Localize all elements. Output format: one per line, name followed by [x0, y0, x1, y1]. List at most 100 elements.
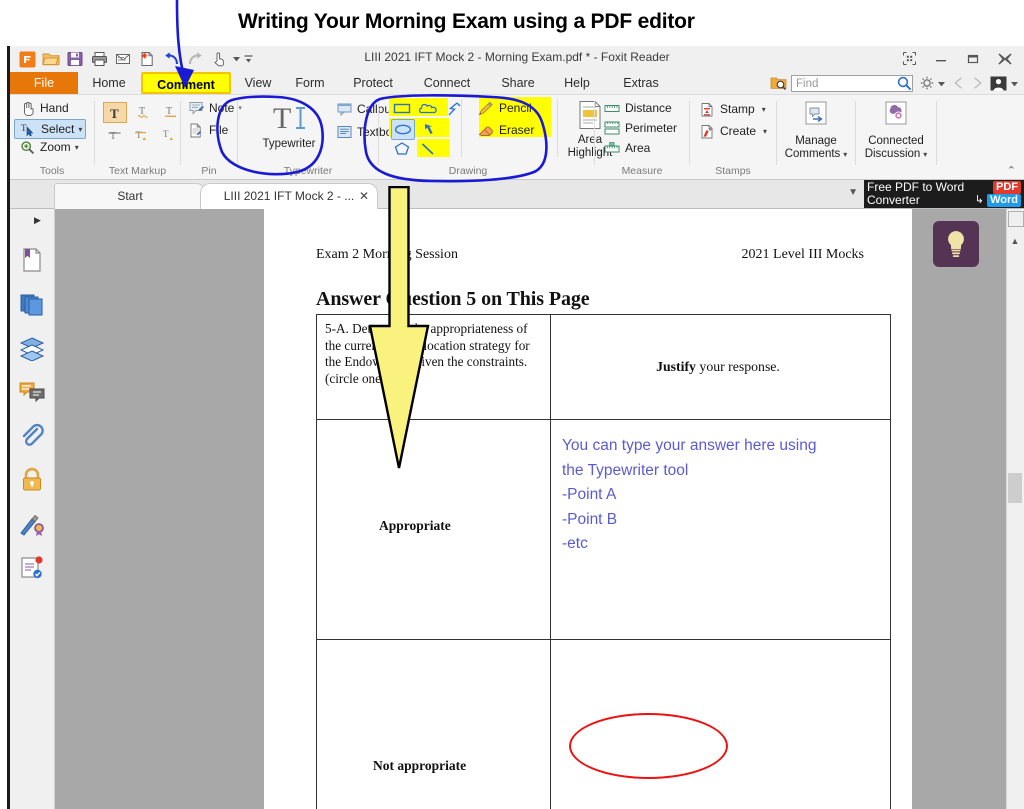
- option-not-appropriate[interactable]: Not appropriate: [373, 758, 466, 774]
- ribbon-group-measure: Distance Perimeter Area Measure: [595, 95, 689, 179]
- attachments-icon[interactable]: [19, 423, 47, 451]
- typewriter-annotation-text[interactable]: You can type your answer here using the T…: [562, 434, 882, 557]
- gear-dropdown-icon[interactable]: [938, 74, 947, 92]
- file-attach-label: File: [209, 123, 229, 137]
- group-label-pin: Pin: [201, 165, 217, 177]
- tab-protect[interactable]: Protect: [342, 72, 404, 94]
- top-banner: Writing Your Morning Exam using a PDF ed…: [0, 0, 1024, 46]
- typewriter-line: -Point A: [562, 486, 617, 503]
- select-dropdown-icon[interactable]: ▾: [78, 125, 82, 134]
- ribbon-group-tools: Hand T Select ▾ Zoom ▾ Tools: [10, 95, 94, 179]
- option-appropriate[interactable]: Appropriate: [379, 518, 451, 534]
- stamp-dropdown-icon[interactable]: ▾: [762, 105, 766, 114]
- search-input[interactable]: Find: [791, 74, 913, 92]
- group-label-typewriter: Typewriter: [283, 165, 333, 177]
- manage-comments-button[interactable]: Manage Comments ▾: [781, 99, 851, 161]
- page-thumbnails-icon[interactable]: [19, 291, 47, 319]
- tab-home[interactable]: Home: [80, 72, 138, 94]
- insert-text-tool[interactable]: T: [157, 125, 179, 144]
- expand-nav-pane-icon[interactable]: ▶: [34, 215, 41, 226]
- pdf-page[interactable]: Exam 2 Morning Session 2021 Level III Mo…: [264, 209, 912, 809]
- lightbulb-icon[interactable]: [933, 221, 979, 267]
- table-row-divider: [317, 419, 890, 420]
- tab-connect[interactable]: Connect: [414, 72, 480, 94]
- group-label-measure: Measure: [621, 165, 663, 177]
- pencil-tool[interactable]: Pencil: [477, 100, 532, 116]
- vertical-scrollbar[interactable]: ▲: [1006, 209, 1024, 809]
- tab-help[interactable]: Help: [553, 72, 601, 94]
- strikeout-tool[interactable]: T: [103, 125, 125, 144]
- rectangle-tool[interactable]: [391, 99, 413, 118]
- polygon-tool[interactable]: [391, 139, 413, 158]
- digital-signature-icon[interactable]: [19, 511, 47, 539]
- layers-icon[interactable]: [19, 335, 47, 363]
- select-tool[interactable]: T Select ▾: [14, 119, 86, 139]
- distance-tool[interactable]: Distance: [603, 100, 672, 116]
- zoom-tool[interactable]: Zoom ▾: [18, 139, 79, 155]
- cloud-tool[interactable]: [417, 99, 439, 118]
- maximize-icon[interactable]: [958, 48, 988, 69]
- stamp-tool[interactable]: Stamp ▾: [698, 101, 766, 117]
- justify-prompt: Justify your response.: [553, 359, 883, 375]
- group-separator: [557, 99, 558, 157]
- distance-label: Distance: [625, 101, 672, 115]
- file-attach-tool[interactable]: File: [187, 122, 228, 138]
- connected-discussion-button[interactable]: Connected Discussion ▾: [860, 99, 932, 161]
- squiggly-tool[interactable]: T: [132, 102, 154, 121]
- ellipse-tool[interactable]: [391, 119, 415, 140]
- restore-layout-icon[interactable]: [894, 48, 924, 69]
- close-icon[interactable]: [990, 48, 1020, 69]
- arrow-tool[interactable]: [419, 119, 441, 138]
- search-icon[interactable]: [896, 75, 912, 91]
- tab-extras[interactable]: Extras: [610, 72, 672, 94]
- underline-tool[interactable]: T: [159, 102, 181, 121]
- connected-discussion-dropdown-icon[interactable]: ▾: [923, 148, 927, 161]
- area-tool[interactable]: Area: [603, 140, 650, 156]
- create-dropdown-icon[interactable]: ▾: [763, 127, 767, 136]
- tab-comment[interactable]: Comment: [141, 72, 231, 94]
- scroll-up-icon[interactable]: ▲: [1007, 233, 1023, 249]
- create-stamp-tool[interactable]: Create ▾: [698, 123, 767, 139]
- search-document-icon[interactable]: [769, 74, 788, 92]
- highlight-tool[interactable]: T: [103, 102, 127, 123]
- perimeter-tool[interactable]: Perimeter: [603, 120, 677, 136]
- typewriter-tool[interactable]: T Typewriter: [248, 101, 330, 150]
- document-surface[interactable]: Exam 2 Morning Session 2021 Level III Mo…: [55, 209, 1007, 809]
- tab-view[interactable]: View: [234, 72, 282, 94]
- manage-comments-icon: [799, 99, 833, 135]
- doc-tab-start[interactable]: Start: [54, 183, 206, 209]
- ad-free-pdf-to-word[interactable]: Free PDF to Word Converter PDF Word ↳: [864, 180, 1024, 208]
- security-lock-icon[interactable]: [19, 467, 47, 495]
- hand-tool[interactable]: Hand: [18, 100, 69, 116]
- zoom-dropdown-icon[interactable]: ▾: [75, 143, 79, 152]
- eraser-tool[interactable]: Eraser: [477, 122, 534, 138]
- chevron-down-icon[interactable]: ▼: [848, 187, 858, 198]
- typewriter-label: Typewriter: [262, 138, 316, 150]
- replace-text-tool[interactable]: T: [130, 125, 152, 144]
- previous-page-icon[interactable]: [950, 75, 966, 91]
- doc-tab-close-icon[interactable]: ✕: [359, 184, 369, 208]
- scrollbar-top-box[interactable]: [1008, 211, 1024, 227]
- comments-icon[interactable]: [19, 379, 47, 407]
- line-tool[interactable]: [417, 139, 439, 158]
- avatar[interactable]: [988, 75, 1008, 92]
- svg-text:T: T: [110, 106, 119, 120]
- tab-file[interactable]: File: [10, 72, 78, 94]
- sign-document-icon[interactable]: [19, 555, 47, 583]
- doc-tab-active[interactable]: LIII 2021 IFT Mock 2 - ... ✕: [200, 183, 378, 209]
- manage-comments-dropdown-icon[interactable]: ▾: [843, 148, 847, 161]
- avatar-dropdown-icon[interactable]: [1011, 74, 1020, 92]
- next-page-icon[interactable]: [969, 75, 985, 91]
- minimize-icon[interactable]: [926, 48, 956, 69]
- file-attach-icon: [187, 122, 205, 138]
- gear-icon[interactable]: [919, 75, 935, 91]
- note-tool[interactable]: Note ▾: [187, 100, 242, 116]
- ribbon-group-stamps: Stamp ▾ Create ▾ Stamps: [690, 95, 776, 179]
- tab-share[interactable]: Share: [492, 72, 544, 94]
- tab-form[interactable]: Form: [284, 72, 336, 94]
- collapse-ribbon-icon[interactable]: ⌃: [1007, 164, 1016, 177]
- polyline-tool[interactable]: [443, 99, 465, 118]
- bookmarks-icon[interactable]: [19, 247, 47, 275]
- window-title: LIII 2021 IFT Mock 2 - Morning Exam.pdf …: [364, 50, 670, 64]
- scrollbar-thumb[interactable]: [1008, 473, 1022, 503]
